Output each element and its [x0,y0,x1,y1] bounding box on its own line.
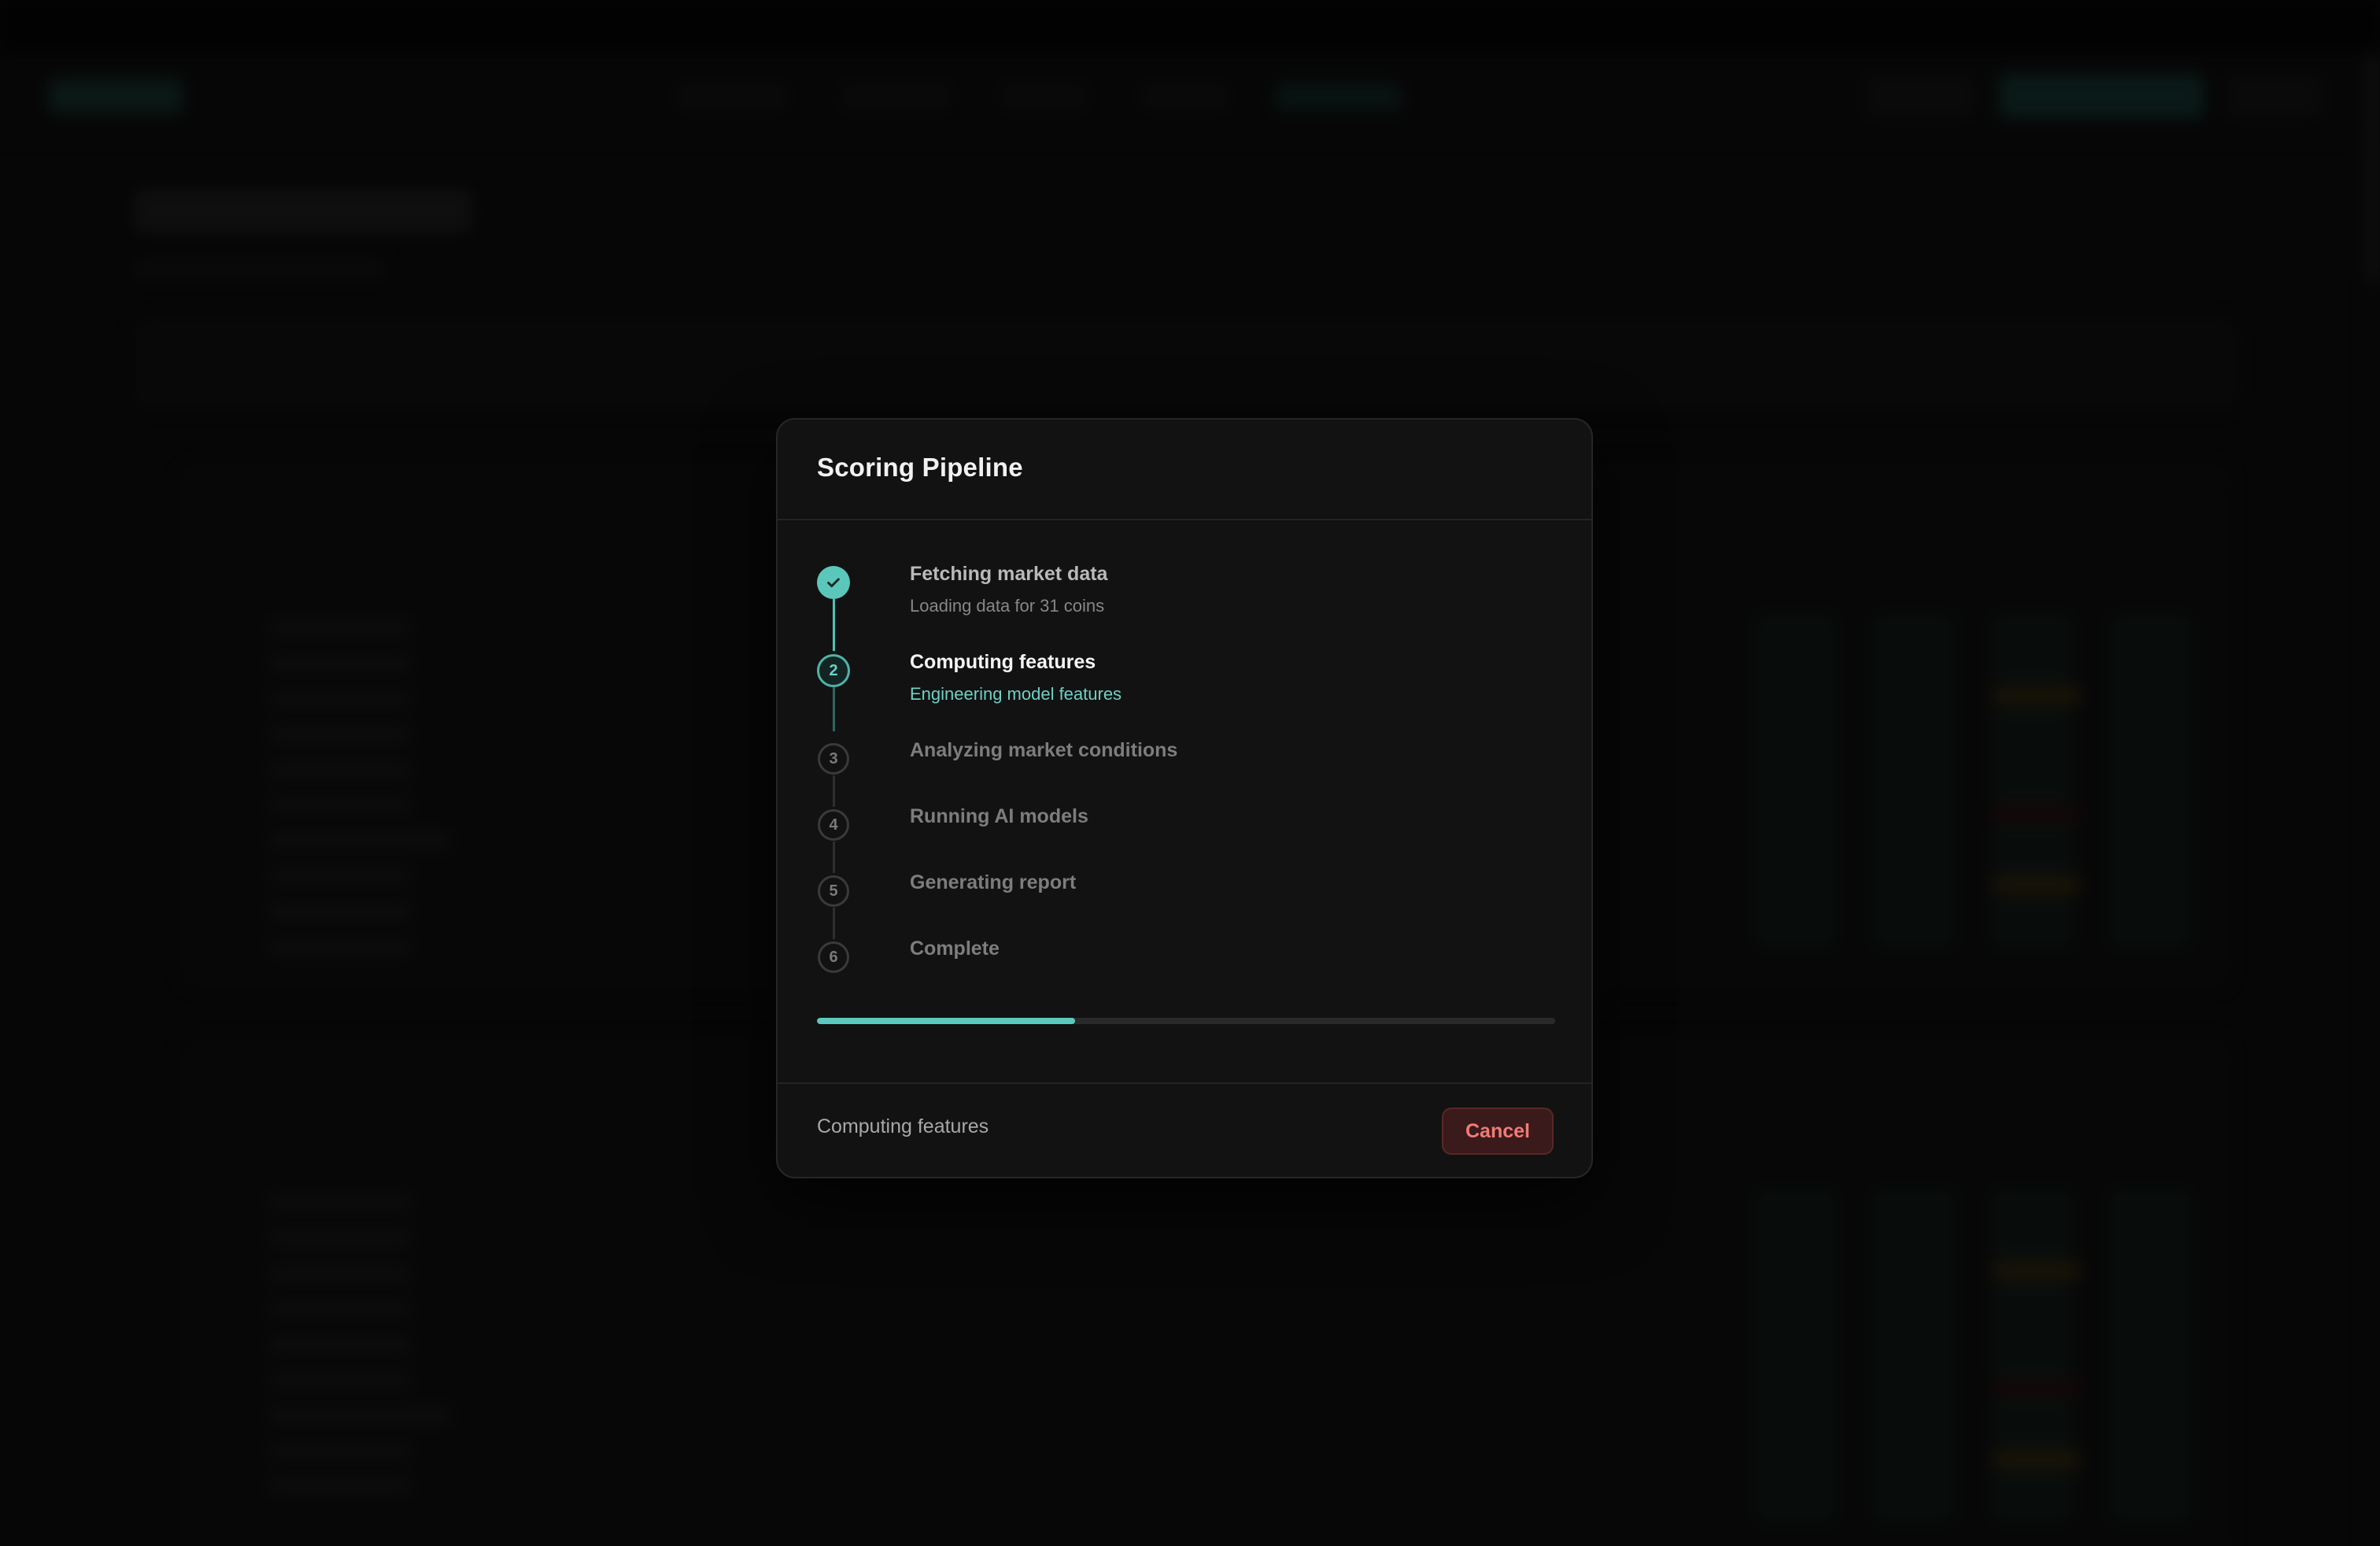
progress-bar-fill [817,1018,1076,1024]
scoring-pipeline-dialog: Scoring Pipeline Fetching market data Lo… [776,418,1593,1178]
step-connector [833,908,835,939]
step-title: Running AI models [910,805,1088,827]
step-subtitle: Engineering model features [910,684,1122,704]
cancel-button[interactable]: Cancel [1442,1108,1554,1155]
step-title: Generating report [910,871,1077,893]
step-title: Complete [910,938,1000,960]
step-status-marker: 3 [818,743,849,775]
step-title: Computing features [910,651,1096,673]
step-connector [833,841,835,873]
current-step-status: Computing features [817,1115,989,1137]
check-icon [827,578,840,588]
step-status-marker: 5 [818,875,849,907]
step-status-marker: 6 [818,941,849,973]
dialog-header: Scoring Pipeline [778,420,1591,520]
step-status-marker: 4 [818,809,849,841]
step-connector [833,775,835,807]
step-title: Analyzing market conditions [910,739,1178,761]
step-title: Fetching market data [910,563,1108,585]
dialog-title: Scoring Pipeline [817,453,1023,482]
dialog-footer: Computing features Cancel [778,1082,1591,1177]
step-connector [833,599,835,651]
step-status-marker [817,566,850,599]
step-subtitle: Loading data for 31 coins [910,596,1105,616]
progress-bar [817,1018,1555,1024]
step-connector [833,687,835,731]
step-status-marker: 2 [817,654,850,687]
app-root: Scoring Pipeline Fetching market data Lo… [0,0,2380,1546]
